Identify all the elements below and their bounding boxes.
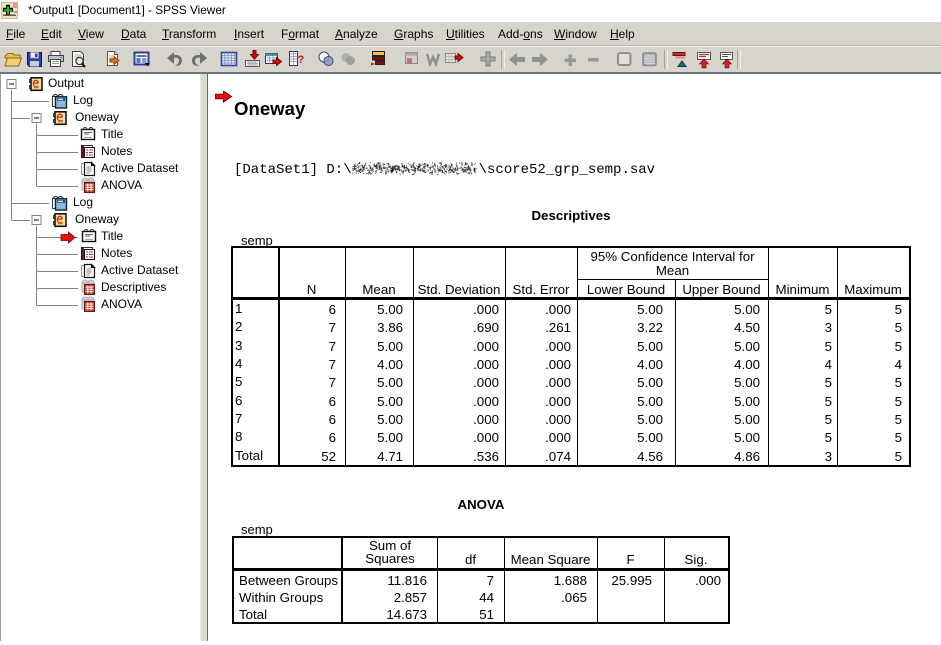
svg-text:?: ? <box>298 54 305 66</box>
